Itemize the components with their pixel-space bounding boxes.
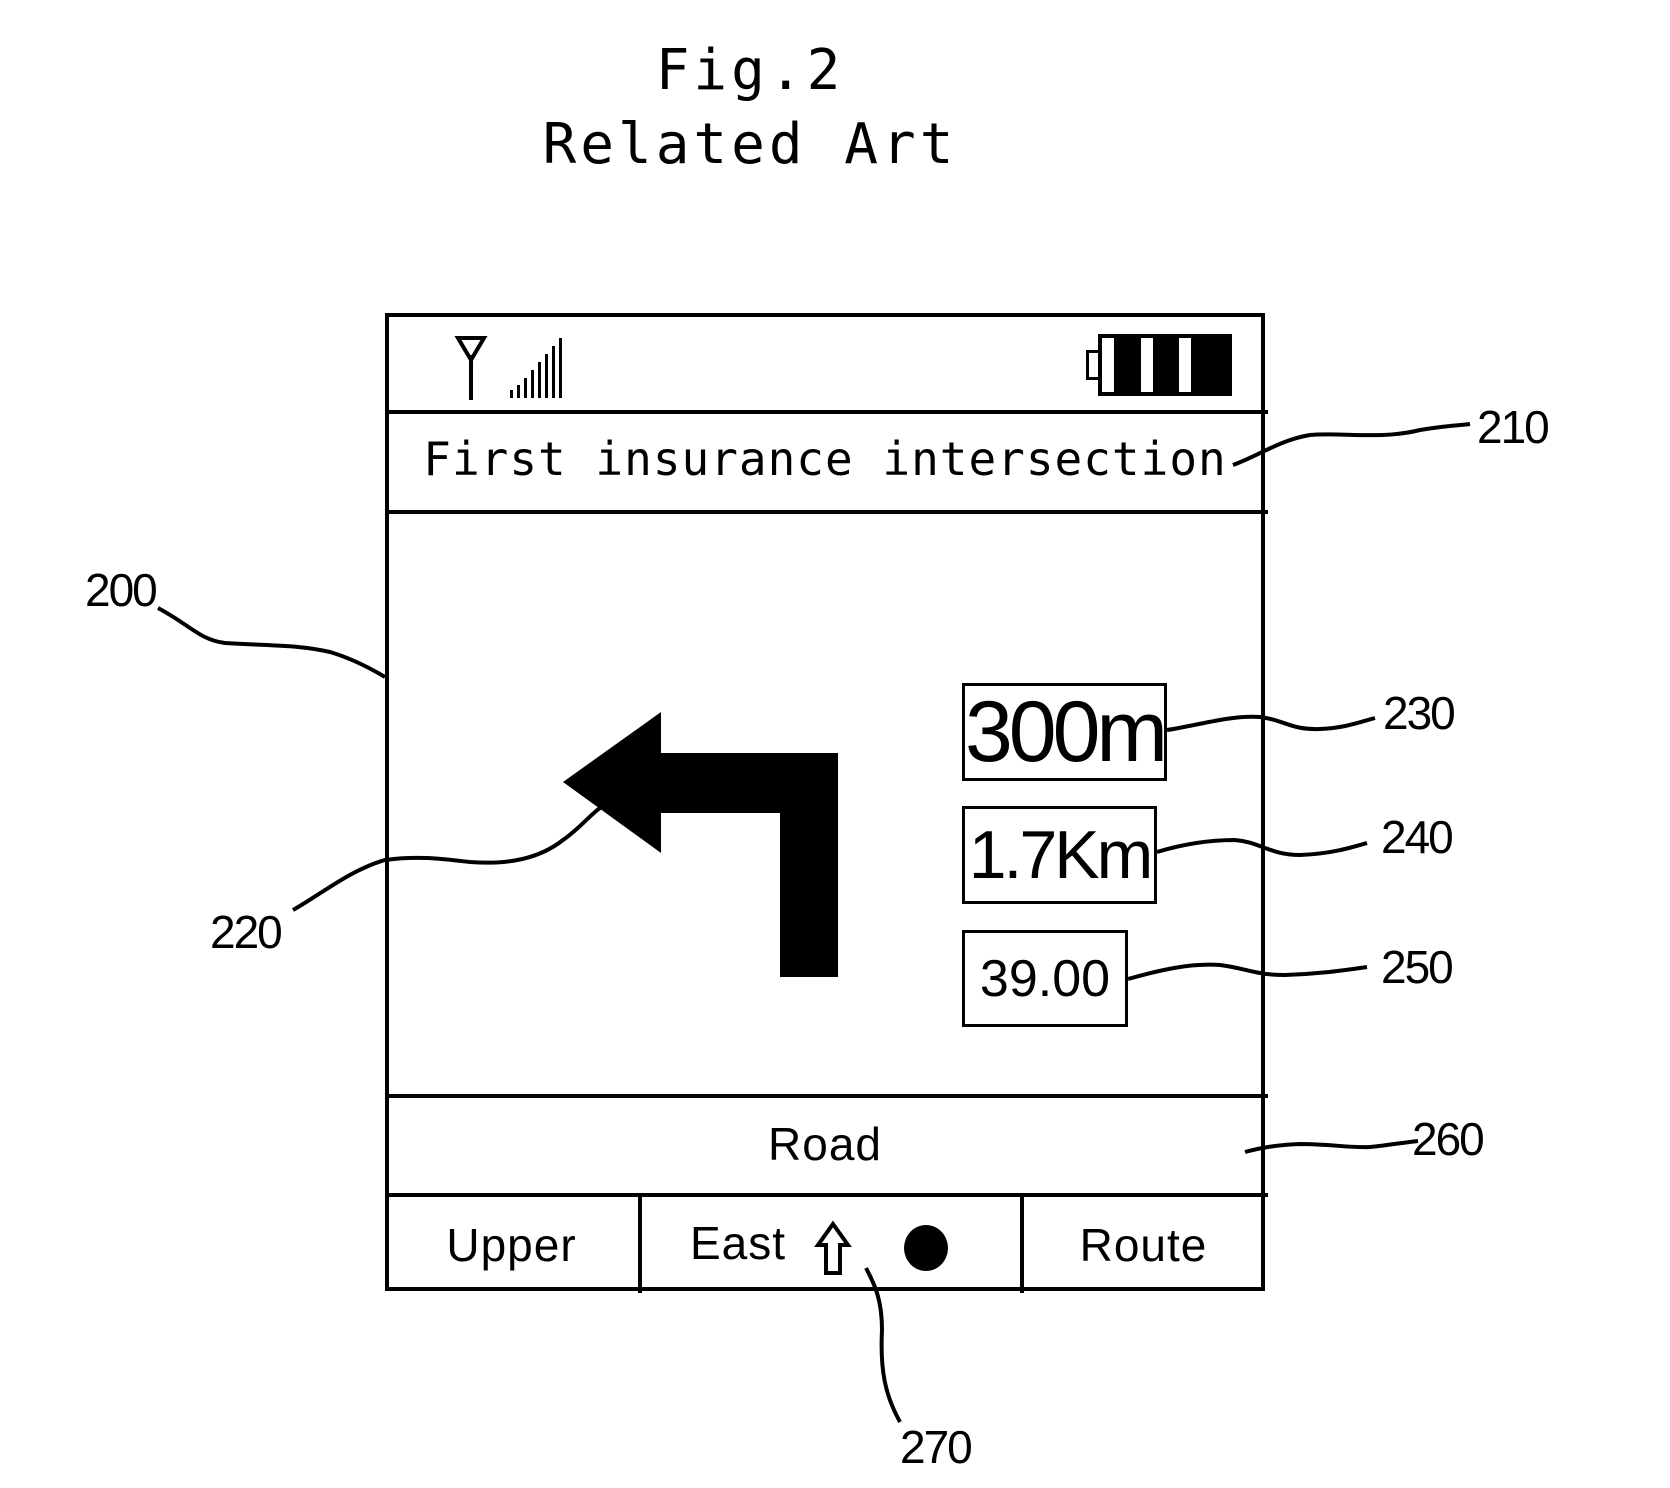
ref-numeral-260: 260 [1412,1113,1485,1165]
ref-numeral-240: 240 [1381,811,1454,863]
leader-line-200 [157,606,387,679]
leader-line-210 [1232,422,1471,467]
leader-line-240 [1156,837,1368,858]
leader-line-260 [1244,1139,1419,1154]
ref-numeral-210: 210 [1477,401,1550,453]
leader-lines [157,422,1471,1423]
ref-numeral-220: 220 [210,906,283,958]
leader-line-270 [864,1267,902,1423]
ref-numeral-230: 230 [1383,687,1456,739]
leader-line-230 [1166,714,1376,732]
leader-line-220 [292,806,602,912]
ref-numeral-250: 250 [1381,941,1454,993]
ref-numeral-200: 200 [85,564,158,616]
leader-line-250 [1127,962,1368,981]
ref-numeral-270: 270 [900,1421,973,1473]
